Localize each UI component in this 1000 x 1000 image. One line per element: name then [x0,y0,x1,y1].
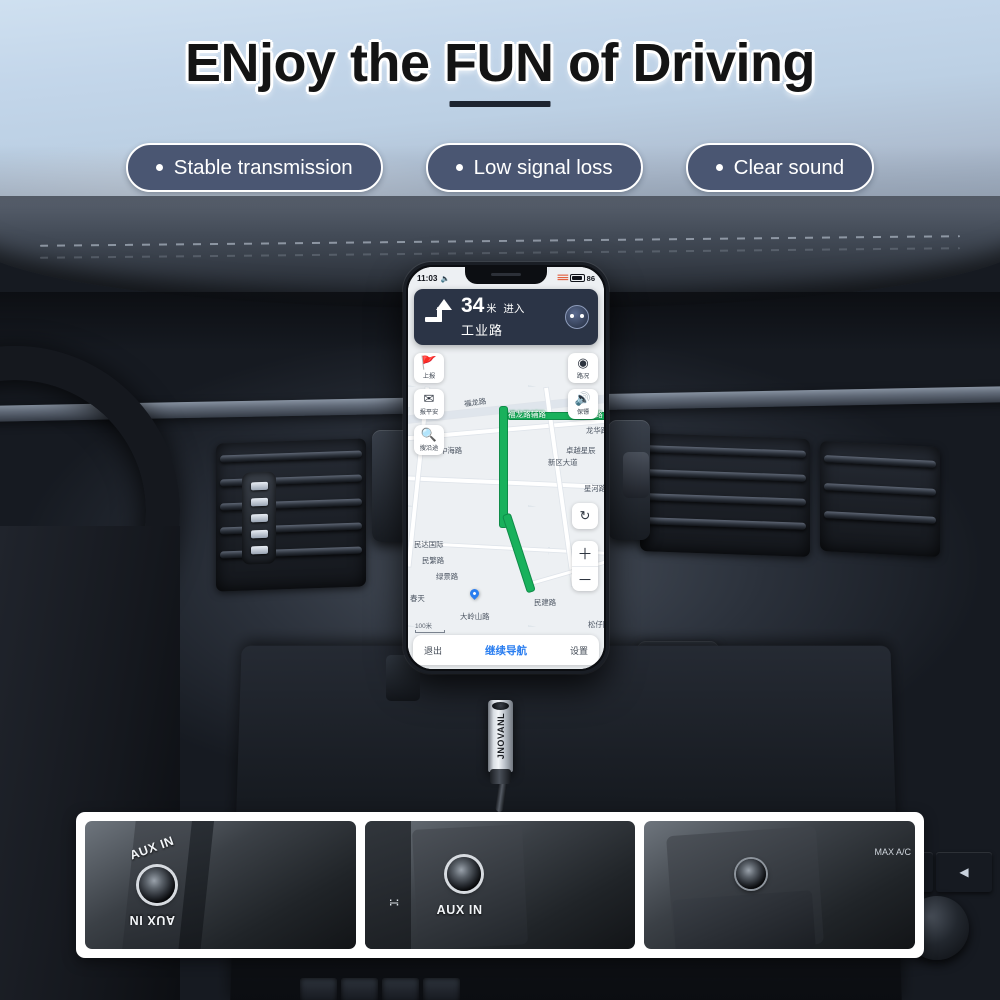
map-button-label: 保镖 [576,409,590,417]
map-label: 绿景路 [436,572,459,581]
traffic-icon: ◉ [577,355,589,370]
map-zoom-controls: ＋ － [572,541,598,591]
map-label: 福龙路辅路 [508,410,546,419]
feature-pill-list: Stable transmission Low signal loss Clea… [0,143,1000,192]
bullet-icon [455,164,463,171]
turn-right-icon [423,299,457,334]
vent-control-knob[interactable] [242,471,276,565]
console-lower-slots [300,978,460,1000]
aux-in-label: AUX IN [436,903,483,917]
air-vent-left [216,438,366,592]
connector-collar [490,769,511,784]
map-scale-label: 100米 [415,623,433,630]
photo-strip: AUX IN AUX IN ∺ AUX IN MAX A/C [76,812,924,958]
zoom-in-button[interactable]: ＋ [572,541,598,566]
title-underline [449,101,551,107]
map-label: 民建路 [534,598,557,607]
map-button-volume[interactable]: 🔊 保镖 [568,389,598,419]
map-label: 龙华路 [586,426,604,435]
nav-distance-unit: 米 [486,304,497,315]
aux-port [139,867,175,903]
status-time: 11:03 [417,273,438,283]
map-label: 大岭山路 [460,612,490,621]
photo-aux-port-2: ∺ AUX IN [364,821,636,949]
navigation-instruction: 34 米 进入 工业路 [461,295,565,339]
bullet-icon [155,164,163,171]
map-label: 松仔园 [588,620,604,629]
map-scale-bar: 100米 [415,621,445,633]
route-line [500,407,507,527]
preset-back-button[interactable]: ◀ [936,852,992,892]
earpiece-speaker [491,273,521,276]
navigation-bottom-bar: 退出 继续导航 设置 [413,635,599,665]
battery-percent: 86 [586,273,595,283]
refresh-icon: ↻ [579,508,591,524]
photo-aux-port-1: AUX IN AUX IN [85,821,356,949]
connector-jack-opening [492,702,509,710]
feature-pill-label: Stable transmission [173,155,353,179]
map-button-label: 上报 [422,373,436,381]
safety-icon: ✉ [423,391,435,406]
photo-aux-port-3: MAX A/C [644,821,916,949]
map-button-label: 报平安 [419,409,439,417]
zoom-out-button[interactable]: － [572,566,598,591]
feature-pill-clear-sound[interactable]: Clear sound [685,143,875,192]
aux-port [446,857,481,891]
bullet-icon [715,164,723,171]
map-button-traffic[interactable]: ◉ 路况 [568,353,598,383]
map-label: 新区大道 [548,458,578,467]
volume-icon: 🔊 [574,391,592,406]
map-refresh-button[interactable]: ↻ [572,503,598,529]
exit-navigation-button[interactable]: 退出 [424,644,442,657]
phone-mount-hook [623,452,649,498]
phone-notch [465,267,547,284]
connector-brand-label: JNOVANL [495,712,506,760]
feature-pill-stable-transmission[interactable]: Stable transmission [125,143,383,192]
navigation-banner: 34 米 进入 工业路 [414,289,598,345]
product-banner: ENjoy the FUN of Driving Stable transmis… [0,0,1000,1000]
map-button-label: 搜沿途 [419,445,439,453]
nav-distance: 34 [461,294,485,317]
map-label: 民达国际 [414,540,444,549]
feature-pill-label: Clear sound [733,155,845,179]
mute-icon: 🔈 [440,273,450,283]
climate-corner-label: MAX A/C [874,847,912,857]
search-icon: 🔍 [420,427,438,442]
usb-icon: ∺ [388,895,400,910]
nav-road-name: 工业路 [461,323,504,338]
map-label: 春天 [410,594,425,603]
navigation-settings-button[interactable]: 设置 [570,644,588,657]
feature-pill-low-signal-loss[interactable]: Low signal loss [425,143,643,192]
map-label: 卓越星辰 [566,446,596,455]
page-title: ENjoy the FUN of Driving [184,33,816,93]
smartphone: 福龙路辅路 福龙路 福龙路 新区大道 龙华路 卓越星辰 中海路 民繁路 绿景路 … [403,262,609,674]
signal-icon: ☰☰ [557,275,569,282]
aux-connector: JNOVANL [488,700,513,784]
map-button-label: 路况 [576,373,590,381]
voice-assistant-icon[interactable] [565,305,589,329]
feature-pill-label: Low signal loss [473,155,613,179]
air-vent-far-right [820,440,940,558]
battery-icon [569,274,585,282]
report-icon: 🚩 [420,355,438,370]
continue-navigation-button[interactable]: 继续导航 [485,643,527,658]
map-button-safety[interactable]: ✉ 报平安 [414,389,444,419]
nav-action: 进入 [503,303,525,315]
air-vent-right [640,433,810,557]
phone-screen: 福龙路辅路 福龙路 福龙路 新区大道 龙华路 卓越星辰 中海路 民繁路 绿景路 … [408,267,604,669]
map-button-search[interactable]: 🔍 搜沿途 [414,425,444,455]
map-label: 星河路 [584,484,604,493]
map-button-report[interactable]: 🚩 上报 [414,353,444,383]
map-label: 民繁路 [422,556,445,565]
aux-in-label-mirrored: AUX IN [129,913,175,927]
